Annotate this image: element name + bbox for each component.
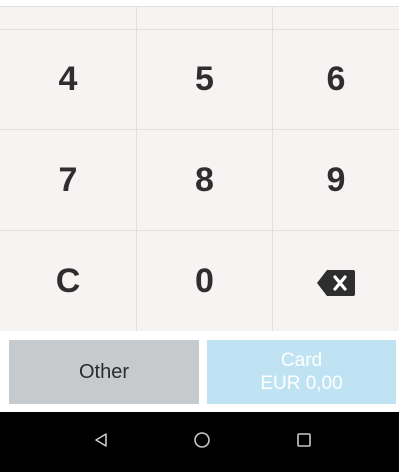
card-button-label: Card: [280, 350, 323, 371]
key-6[interactable]: 6: [273, 30, 399, 129]
keypad-divider: [0, 6, 399, 7]
key-0[interactable]: 0: [137, 231, 272, 331]
nav-recents-icon: [296, 432, 312, 453]
key-8[interactable]: 8: [137, 130, 272, 230]
nav-back-icon: [93, 432, 109, 453]
app-screen: 4 5 6 7 8 9 C 0 Other Card EUR 0,00: [0, 0, 399, 412]
key-5[interactable]: 5: [137, 30, 272, 129]
key-backspace[interactable]: [273, 231, 399, 331]
key-4[interactable]: 4: [0, 30, 136, 129]
android-navigation-bar: [0, 412, 399, 472]
nav-back-button[interactable]: [89, 430, 113, 454]
backspace-icon: [316, 267, 356, 296]
card-button-amount: EUR 0,00: [260, 373, 343, 394]
nav-recents-button[interactable]: [292, 430, 316, 454]
card-button[interactable]: Card EUR 0,00: [207, 340, 396, 404]
key-9[interactable]: 9: [273, 130, 399, 230]
other-button[interactable]: Other: [9, 340, 199, 404]
other-button-label: Other: [78, 360, 130, 383]
key-clear[interactable]: C: [0, 231, 136, 331]
payment-actions: Other Card EUR 0,00: [0, 331, 399, 412]
nav-home-button[interactable]: [190, 430, 214, 454]
key-7[interactable]: 7: [0, 130, 136, 230]
nav-home-icon: [193, 431, 211, 454]
numeric-keypad: 4 5 6 7 8 9 C 0: [0, 6, 399, 331]
